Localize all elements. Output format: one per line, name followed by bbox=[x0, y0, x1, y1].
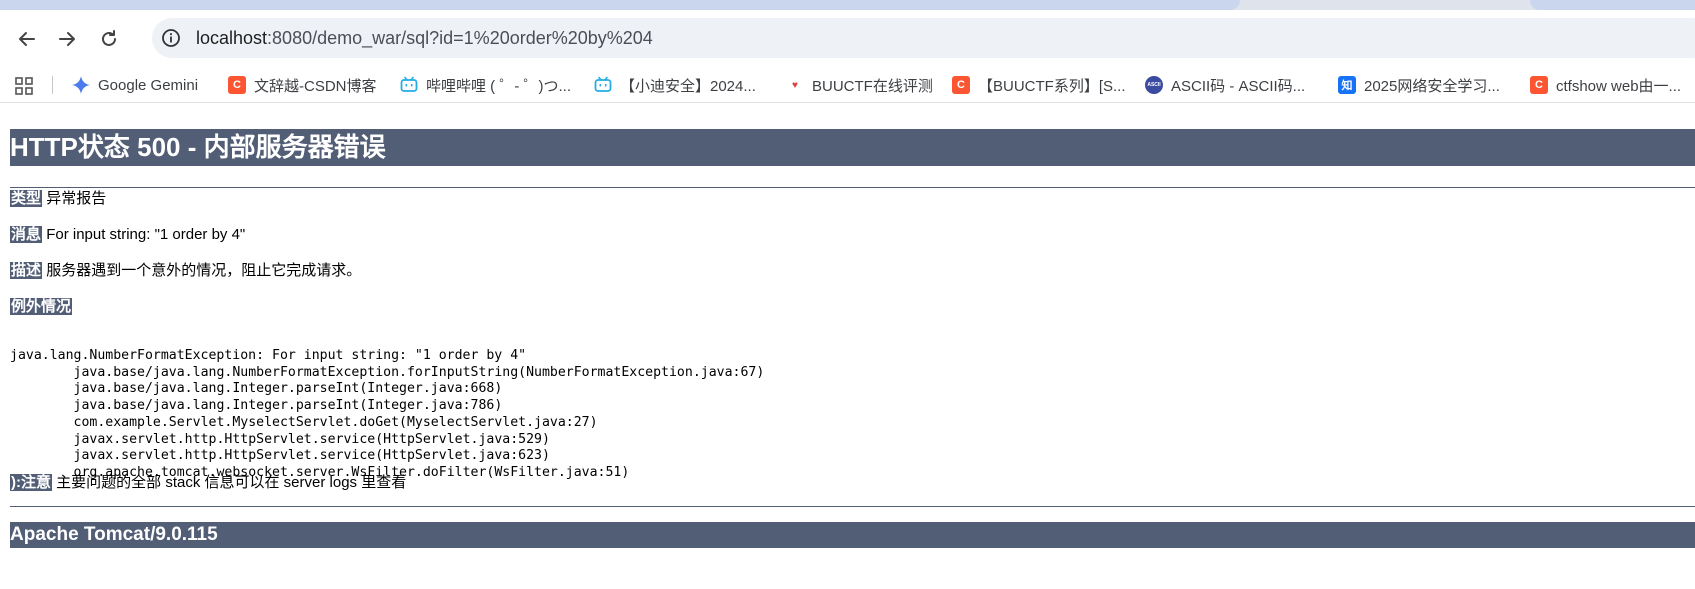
server-version: Apache Tomcat/9.0.115 bbox=[10, 522, 1695, 548]
note-label: ):注意 bbox=[10, 474, 52, 491]
divider bbox=[10, 506, 1695, 507]
site-info-icon[interactable] bbox=[160, 27, 182, 49]
bookmark-item[interactable]: ♥ BUUCTF在线评测 bbox=[786, 68, 933, 102]
ascii-icon: ASCII bbox=[1145, 76, 1163, 94]
note-row: ):注意 主要问题的全部 stack 信息可以在 server logs 里查看 bbox=[10, 473, 406, 493]
bilibili-icon bbox=[400, 76, 418, 92]
tab-strip bbox=[0, 0, 1695, 10]
apps-grid-icon[interactable] bbox=[14, 76, 34, 96]
browser-toolbar: localhost:8080/demo_war/sql?id=1%20order… bbox=[0, 10, 1695, 68]
message-label: 消息 bbox=[10, 226, 43, 243]
bookmark-item[interactable]: C 【BUUCTF系列】[S... bbox=[952, 68, 1126, 102]
back-button[interactable] bbox=[12, 24, 42, 54]
bilibili-icon bbox=[594, 76, 612, 92]
bookmarks-bar: Google Gemini C 文辞越-CSDN博客 哔哩哔哩 ( ゜- ゜)つ… bbox=[0, 68, 1695, 103]
bookmark-label: 文辞越-CSDN博客 bbox=[254, 77, 377, 95]
stack-line: java.base/java.lang.NumberFormatExceptio… bbox=[10, 364, 765, 380]
type-label: 类型 bbox=[10, 190, 43, 207]
reload-icon bbox=[102, 30, 116, 46]
bookmark-label: ctfshow web由一... bbox=[1556, 77, 1682, 95]
browser-tab[interactable] bbox=[1530, 0, 1695, 10]
stack-line: java.base/java.lang.Integer.parseInt(Int… bbox=[10, 398, 503, 414]
description-label: 描述 bbox=[10, 262, 43, 279]
stack-line: javax.servlet.http.HttpServlet.service(H… bbox=[10, 448, 550, 464]
csdn-icon: C bbox=[228, 76, 246, 94]
stack-trace: java.lang.NumberFormatException: For inp… bbox=[10, 348, 764, 482]
exception-label: 例外情况 bbox=[10, 298, 73, 315]
note-value: 主要问题的全部 stack 信息可以在 server logs 里查看 bbox=[56, 474, 407, 491]
stack-line: javax.servlet.http.HttpServlet.service(H… bbox=[10, 431, 550, 447]
bookmark-item[interactable]: C 文辞越-CSDN博客 bbox=[228, 68, 377, 102]
page-content: HTTP状态 500 - 内部服务器错误 类型 异常报告 消息 For inpu… bbox=[0, 103, 1695, 589]
bookmarks-separator bbox=[52, 76, 53, 94]
exception-row: 例外情况 bbox=[10, 297, 73, 317]
description-row: 描述 服务器遇到一个意外的情况，阻止它完成请求。 bbox=[10, 261, 361, 281]
url-text[interactable]: localhost:8080/demo_war/sql?id=1%20order… bbox=[196, 18, 653, 58]
arrow-left-icon bbox=[19, 32, 35, 46]
type-value: 异常报告 bbox=[46, 190, 107, 207]
bookmark-label: 【BUUCTF系列】[S... bbox=[978, 77, 1126, 95]
bookmark-item[interactable]: 【小迪安全】2024... bbox=[594, 68, 756, 102]
browser-tab[interactable] bbox=[0, 0, 1240, 10]
bookmark-label: Google Gemini bbox=[98, 76, 199, 94]
stack-line: com.example.Servlet.MyselectServlet.doGe… bbox=[10, 414, 598, 430]
zhihu-icon: 知 bbox=[1338, 76, 1356, 94]
bookmark-label: BUUCTF在线评测 bbox=[812, 77, 933, 95]
buuctf-icon: ♥ bbox=[792, 79, 798, 91]
gemini-icon bbox=[72, 76, 90, 94]
bookmark-item[interactable]: C ctfshow web由一... bbox=[1530, 68, 1681, 102]
message-row: 消息 For input string: "1 order by 4" bbox=[10, 225, 245, 245]
csdn-icon: C bbox=[1530, 76, 1548, 94]
bookmark-label: ASCII码 - ASCII码... bbox=[1171, 77, 1306, 95]
bookmark-item[interactable]: 哔哩哔哩 ( ゜- ゜)つ... bbox=[400, 68, 571, 102]
stack-line: java.lang.NumberFormatException: For inp… bbox=[10, 348, 527, 363]
bookmark-label: 2025网络安全学习... bbox=[1364, 77, 1500, 95]
bookmark-item[interactable]: Google Gemini bbox=[72, 68, 198, 102]
stack-line: java.base/java.lang.Integer.parseInt(Int… bbox=[10, 381, 503, 397]
bookmark-item[interactable]: 知 2025网络安全学习... bbox=[1338, 68, 1500, 102]
url-path: :8080/demo_war/sql?id=1%20order%20by%204 bbox=[267, 28, 653, 48]
csdn-icon: C bbox=[952, 76, 970, 94]
forward-button[interactable] bbox=[52, 24, 82, 54]
message-value: For input string: "1 order by 4" bbox=[46, 226, 246, 243]
bookmark-label: 【小迪安全】2024... bbox=[620, 77, 756, 95]
arrow-right-icon bbox=[59, 32, 75, 46]
divider bbox=[10, 187, 1695, 188]
address-bar[interactable]: localhost:8080/demo_war/sql?id=1%20order… bbox=[152, 18, 1695, 58]
url-host: localhost bbox=[196, 28, 268, 48]
reload-button[interactable] bbox=[94, 24, 124, 54]
bookmark-label: 哔哩哔哩 ( ゜- ゜)つ... bbox=[426, 77, 571, 95]
description-value: 服务器遇到一个意外的情况，阻止它完成请求。 bbox=[46, 262, 362, 279]
type-row: 类型 异常报告 bbox=[10, 189, 106, 209]
bookmark-item[interactable]: ASCII ASCII码 - ASCII码... bbox=[1145, 68, 1305, 102]
page-title: HTTP状态 500 - 内部服务器错误 bbox=[10, 129, 1695, 166]
